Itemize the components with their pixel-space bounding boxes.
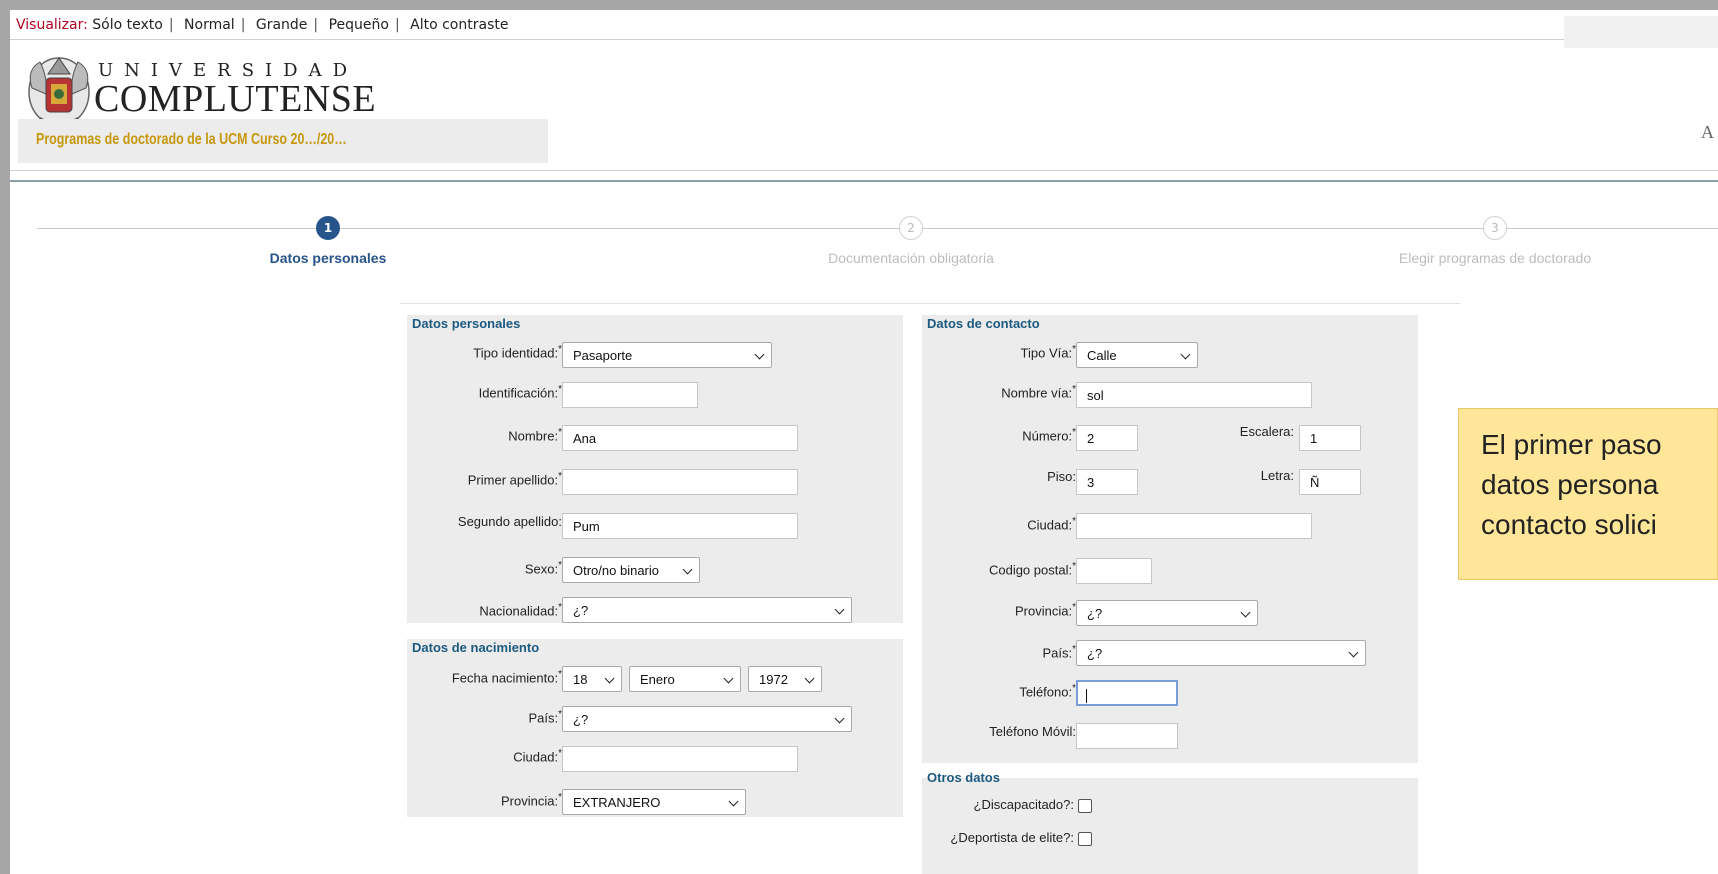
nombre-via-label: Nombre vía:* (1001, 384, 1076, 401)
chevron-down-icon (834, 713, 845, 724)
contacto-provincia-select[interactable]: ¿? (1076, 600, 1258, 626)
segundo-apellido-label: Segundo apellido: (457, 514, 562, 529)
chevron-down-icon (604, 673, 615, 684)
telefono-movil-input[interactable] (1076, 723, 1178, 749)
telefono-movil-label: Teléfono Móvil: (989, 724, 1076, 739)
discapacitado-label: ¿Discapacitado?: (973, 797, 1074, 812)
otros-datos-title: Otros datos (927, 770, 1000, 785)
tipo-identidad-select[interactable]: Pasaporte (562, 342, 772, 368)
chevron-down-icon (1348, 647, 1359, 658)
step-3-label[interactable]: Elegir programas de doctorado (1399, 250, 1591, 266)
display-option-alto-contraste[interactable]: Alto contraste (410, 17, 508, 33)
chevron-down-icon (754, 349, 765, 360)
escalera-label: Escalera: (1239, 424, 1294, 439)
codigo-postal-input[interactable] (1076, 558, 1152, 584)
step-2-label[interactable]: Documentación obligatoria (828, 250, 994, 266)
otros-datos-panel (922, 778, 1418, 874)
chevron-down-icon (723, 673, 734, 684)
nacionalidad-select[interactable]: ¿? (562, 597, 852, 623)
nombre-via-input[interactable]: sol (1076, 382, 1312, 408)
fecha-nacimiento-label: Fecha nacimiento:* (451, 669, 562, 686)
nacimiento-ciudad-input[interactable] (562, 746, 798, 772)
deportista-checkbox[interactable] (1078, 832, 1092, 846)
identificacion-input[interactable] (562, 382, 698, 408)
sexo-select[interactable]: Otro/no binario (562, 557, 700, 583)
tipo-via-label: Tipo Vía:* (1020, 344, 1076, 361)
display-option-solo-texto[interactable]: Sólo texto (92, 17, 163, 33)
nombre-label: Nombre:* (508, 427, 562, 444)
chevron-down-icon (1180, 349, 1191, 360)
nacimiento-provincia-label: Provincia:* (501, 792, 562, 809)
nacimiento-pais-select[interactable]: ¿? (562, 706, 852, 732)
chevron-down-icon (728, 796, 739, 807)
display-option-grande[interactable]: Grande (256, 17, 308, 33)
display-option-pequeno[interactable]: Pequeño (329, 17, 389, 33)
step-2-circle[interactable]: 2 (899, 216, 923, 240)
deportista-label: ¿Deportista de elite?: (950, 830, 1074, 845)
letra-label: Letra: (1260, 468, 1294, 483)
fecha-dia-select[interactable]: 18 (562, 666, 622, 692)
numero-input[interactable]: 2 (1076, 425, 1138, 451)
identificacion-label: Identificación:* (478, 384, 562, 401)
contacto-pais-select[interactable]: ¿? (1076, 640, 1366, 666)
codigo-postal-label: Codigo postal:* (988, 561, 1076, 578)
fecha-anio-select[interactable]: 1972 (748, 666, 822, 692)
tipo-identidad-label: Tipo identidad:* (473, 344, 562, 361)
stepper-line (37, 228, 1718, 229)
nacionalidad-label: Nacionalidad:* (479, 602, 562, 619)
nombre-input[interactable]: Ana (562, 425, 798, 451)
fecha-mes-select[interactable]: Enero (629, 666, 741, 692)
discapacitado-checkbox[interactable] (1078, 799, 1092, 813)
display-options-label: Visualizar: (16, 17, 88, 33)
piso-input[interactable]: 3 (1076, 469, 1138, 495)
step-1-label[interactable]: Datos personales (270, 250, 387, 266)
form-divider (400, 303, 1460, 304)
datos-personales-title: Datos personales (412, 316, 521, 331)
tipo-via-select[interactable]: Calle (1076, 342, 1198, 368)
primer-apellido-label: Primer apellido:* (467, 471, 562, 488)
header-right-text: A (1701, 122, 1714, 142)
instruction-callout: El primer paso datos persona contacto so… (1458, 408, 1718, 580)
primer-apellido-input[interactable] (562, 469, 798, 495)
callout-line: datos persona (1481, 469, 1659, 500)
callout-line: contacto solici (1481, 509, 1657, 540)
telefono-label: Teléfono:* (1019, 683, 1076, 700)
datos-contacto-title: Datos de contacto (927, 316, 1040, 331)
nacimiento-provincia-select[interactable]: EXTRANJERO (562, 789, 746, 815)
step-1-circle[interactable]: 1 (316, 216, 340, 240)
piso-label: Piso: (1047, 469, 1076, 484)
banner-shadow-text (16, 160, 436, 172)
chevron-down-icon (834, 604, 845, 615)
contacto-ciudad-label: Ciudad:* (1027, 516, 1076, 533)
nacimiento-ciudad-label: Ciudad:* (513, 748, 562, 765)
top-right-area (1564, 16, 1718, 48)
nacimiento-pais-label: País:* (528, 709, 562, 726)
chevron-down-icon (682, 564, 693, 575)
telefono-input[interactable] (1076, 680, 1178, 706)
contacto-provincia-label: Provincia:* (1015, 602, 1076, 619)
contacto-ciudad-input[interactable] (1076, 513, 1312, 539)
display-options-bar: Visualizar: Sólo texto | Normal | Grande | … (10, 10, 1564, 40)
sexo-label: Sexo:* (524, 560, 562, 577)
contacto-pais-label: País:* (1042, 644, 1076, 661)
segundo-apellido-input[interactable]: Pum (562, 513, 798, 539)
program-title: Programas de doctorado de la UCM Curso 2… (36, 131, 347, 148)
complutense-word: COMPLUTENSE (94, 78, 377, 120)
chevron-down-icon (1240, 607, 1251, 618)
step-3-circle[interactable]: 3 (1483, 216, 1507, 240)
callout-line: El primer paso (1481, 429, 1662, 460)
header-underline (10, 180, 1718, 182)
escalera-input[interactable]: 1 (1299, 425, 1361, 451)
text-cursor (1086, 688, 1087, 703)
display-option-normal[interactable]: Normal (184, 17, 235, 33)
chevron-down-icon (804, 673, 815, 684)
numero-label: Número:* (1022, 427, 1076, 444)
datos-nacimiento-title: Datos de nacimiento (412, 640, 540, 655)
letra-input[interactable]: Ñ (1299, 469, 1361, 495)
